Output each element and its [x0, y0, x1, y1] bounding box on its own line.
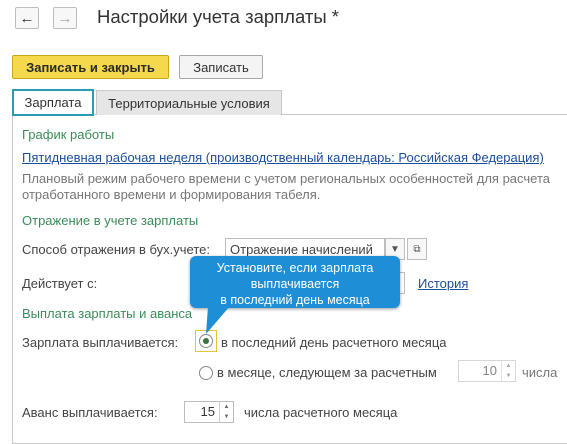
- radio-next-month[interactable]: [199, 366, 213, 380]
- stepper-arrows-icon[interactable]: ▲ ▼: [501, 361, 515, 381]
- section-title-schedule: График работы: [22, 127, 115, 142]
- section-title-accounting: Отражение в учете зарплаты: [22, 213, 199, 228]
- advance-day-value: 15: [200, 404, 215, 419]
- chevron-down-icon: ▼: [390, 243, 400, 255]
- open-window-icon: ⧉: [413, 243, 421, 255]
- day-value: 10: [482, 363, 497, 378]
- effective-label: Действует с:: [22, 276, 98, 291]
- save-and-close-button[interactable]: Записать и закрыть: [12, 55, 169, 79]
- schedule-description-2: отработанного времени и формирования таб…: [22, 187, 321, 202]
- callout-pointer: [206, 306, 230, 334]
- day-unit: числа: [522, 365, 558, 380]
- arrow-right-icon: →: [57, 9, 73, 27]
- callout-line-1: Установите, если зарплата: [216, 261, 374, 275]
- tab-territorial-conditions[interactable]: Территориальные условия: [96, 90, 282, 115]
- save-button[interactable]: Записать: [179, 55, 263, 79]
- back-button[interactable]: ←: [15, 7, 39, 29]
- history-link[interactable]: История: [418, 276, 468, 291]
- advance-day-stepper[interactable]: 15 ▲ ▼: [184, 401, 234, 423]
- advance-unit: числа расчетного месяца: [244, 405, 398, 420]
- schedule-link[interactable]: Пятидневная рабочая неделя (производстве…: [22, 150, 544, 165]
- advance-label: Аванс выплачивается:: [22, 405, 158, 420]
- salary-paid-label: Зарплата выплачивается:: [22, 335, 179, 350]
- method-open-button[interactable]: ⧉: [407, 238, 427, 260]
- stepper-arrows-icon[interactable]: ▲ ▼: [219, 402, 233, 422]
- callout-line-2: выплачивается: [250, 277, 340, 291]
- forward-button[interactable]: →: [53, 7, 77, 29]
- section-title-payment: Выплата зарплаты и аванса: [22, 306, 193, 321]
- tab-salary[interactable]: Зарплата: [12, 89, 94, 116]
- schedule-description-1: Плановый режим рабочего времени с учетом…: [22, 171, 550, 186]
- page-title: Настройки учета зарплаты *: [97, 6, 339, 27]
- hint-callout: Установите, если зарплата выплачивается …: [190, 256, 400, 308]
- option-last-day-label[interactable]: в последний день расчетного месяца: [221, 335, 447, 350]
- arrow-left-icon: ←: [19, 9, 35, 27]
- method-label: Способ отражения в бух.учете:: [22, 242, 210, 257]
- day-stepper[interactable]: 10 ▲ ▼: [458, 360, 516, 382]
- option-next-month-label[interactable]: в месяце, следующем за расчетным: [217, 365, 437, 380]
- radio-last-day[interactable]: [199, 334, 213, 348]
